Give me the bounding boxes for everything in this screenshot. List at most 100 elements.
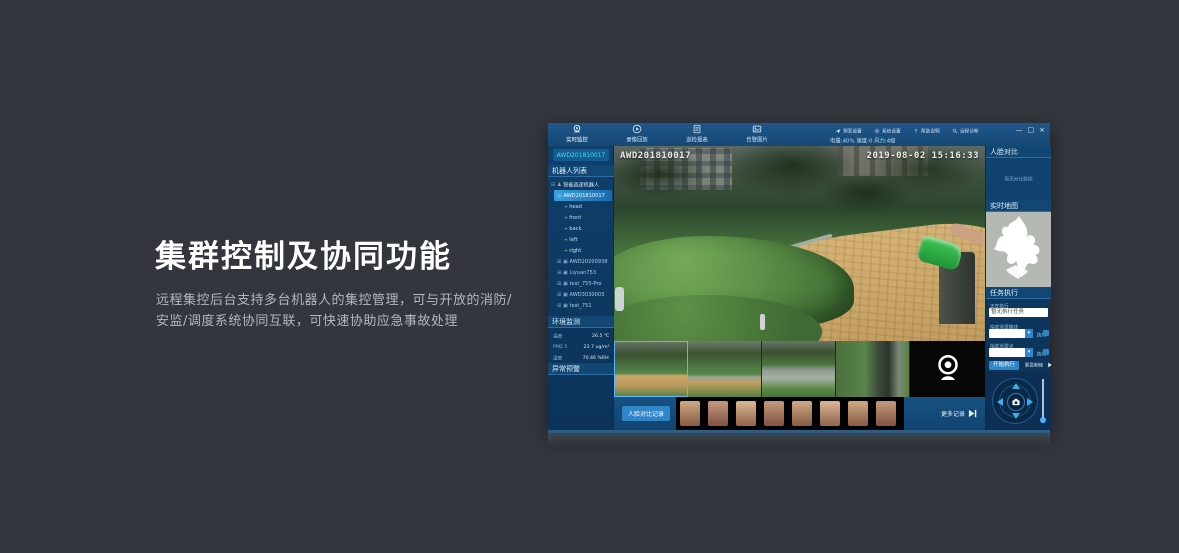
expand-icon[interactable]: ⊞ (557, 281, 561, 287)
maximize-button[interactable]: □ (1028, 126, 1035, 135)
face-thumbnail[interactable] (820, 401, 840, 426)
chevron-down-icon[interactable]: ▾ (1025, 329, 1033, 338)
system-settings-button[interactable]: 系统设置 (874, 127, 904, 135)
face-compare-empty-text: 暂无对比数据 (1004, 176, 1032, 183)
tree-robot-selected[interactable]: ▣AWD201810017 (554, 190, 612, 201)
pan-down-button[interactable] (1012, 413, 1020, 419)
question-icon: ? (913, 128, 919, 134)
quick-label: 系统设置 (882, 128, 901, 135)
realtime-map[interactable] (986, 212, 1051, 287)
tree-robot-item[interactable]: ⊞▣test_751 (548, 300, 614, 311)
tree-group-robots[interactable]: ⊟♟智能巡逻机器人 (548, 179, 614, 190)
start-task-button[interactable]: 开始执行 (989, 361, 1019, 370)
webcam-tile[interactable] (910, 341, 985, 397)
snapshot-button[interactable] (1007, 393, 1025, 411)
nav-playback[interactable]: 录像回放 (616, 124, 658, 144)
face-thumbnail[interactable] (848, 401, 868, 426)
collapse-icon[interactable]: ⊟ (551, 182, 555, 188)
tree-camera-right[interactable]: ➜right (548, 245, 614, 256)
camera-thumbnail[interactable] (688, 341, 762, 397)
expand-icon[interactable]: ⊞ (557, 292, 561, 298)
expand-icon[interactable]: ⊞ (557, 303, 561, 309)
robot-icon: ▣ (563, 259, 568, 265)
face-record-bar: 人脸对比记录 更多记录 (614, 397, 985, 430)
scene-shape (614, 341, 687, 397)
face-compare-records-button[interactable]: 人脸对比记录 (622, 406, 670, 421)
pan-left-button[interactable] (997, 398, 1003, 406)
camera-arrow-icon: ➜ (564, 226, 568, 231)
nav-live-monitor[interactable]: 实时监控 (556, 124, 598, 144)
tree-robot-item[interactable]: ⊞▣Liyuan753 (548, 267, 614, 278)
nav-label: 告警图片 (746, 135, 768, 143)
play-icon (632, 124, 642, 134)
expand-icon[interactable]: ⊞ (557, 259, 561, 265)
point-go-button[interactable] (1043, 349, 1049, 355)
camera-thumbnail[interactable] (614, 341, 688, 397)
tree-camera-head[interactable]: ➜head (548, 201, 614, 212)
close-button[interactable]: × (1039, 126, 1045, 135)
emergency-stop-button[interactable]: 紧急制动 (1023, 361, 1053, 369)
snapshot-camera-icon (1011, 397, 1021, 407)
plan-settings-button[interactable]: 预案设置 (835, 127, 865, 135)
face-thumbnail[interactable] (876, 401, 896, 426)
current-robot-chip[interactable]: AWD201810017 (553, 149, 609, 161)
point-select[interactable]: ▾ (989, 348, 1033, 357)
executing-task-field[interactable]: 暂无执行任务 (989, 308, 1048, 317)
robot-sidebar: AWD201810017 机器人列表 ⊟♟智能巡逻机器人 ▣AWD2018100… (548, 146, 614, 430)
tree-camera-left[interactable]: ➜left (548, 234, 614, 245)
more-records-button[interactable]: 更多记录 (941, 409, 977, 418)
minimize-button[interactable]: — (1016, 126, 1023, 135)
zoom-slider[interactable] (1042, 379, 1044, 423)
scene-shape (688, 341, 761, 397)
nav-inspection-report[interactable]: 巡检报表 (676, 124, 718, 144)
route-go-button[interactable] (1043, 330, 1049, 336)
robot-icon: ▣ (563, 281, 568, 287)
feature-description: 远程集控后台支持多台机器人的集控管理，可与开放的消防/ 安监/调度系统协同互联，… (156, 290, 512, 332)
task-title: 任务执行 (986, 287, 1051, 299)
nav-label: 巡检报表 (686, 135, 708, 143)
right-panel: 人脸对比 暂无对比数据 实时地图 任务执行 正在执行 暂无执行任务 指定巡逻路线… (985, 146, 1050, 430)
face-thumbnail[interactable] (708, 401, 728, 426)
main-area: AWD201810017 2019-08-02 15:16:33 人脸对比记录 (614, 146, 985, 430)
tree-camera-front[interactable]: ➜front (548, 212, 614, 223)
video-timestamp: 2019-08-02 15:16:33 (867, 151, 979, 161)
camera-thumbnail[interactable] (836, 341, 910, 397)
face-thumbnail[interactable] (680, 401, 700, 426)
route-select[interactable]: ▾ (989, 329, 1033, 338)
chevron-down-icon[interactable]: ▾ (1025, 348, 1033, 357)
help-button[interactable]: ? 帮助说明 (913, 127, 943, 135)
ptz-direction-pad[interactable] (992, 378, 1038, 424)
expand-icon[interactable]: ⊞ (557, 270, 561, 276)
face-compare-empty-box: 暂无对比数据 (986, 158, 1051, 200)
face-thumbnail[interactable] (792, 401, 812, 426)
robot-icon: ▣ (563, 303, 568, 309)
camera-thumbnail[interactable] (762, 341, 836, 397)
robot-icon: ▣ (563, 270, 568, 276)
tree-robot-item[interactable]: ⊞▣test_755-Pro (548, 278, 614, 289)
dome-camera-icon (572, 124, 582, 134)
scene-shape (762, 341, 835, 397)
map-title: 实时地图 (986, 200, 1051, 212)
feature-title: 集群控制及协同功能 (155, 231, 452, 276)
face-thumbnail[interactable] (736, 401, 756, 426)
pan-right-button[interactable] (1027, 398, 1033, 406)
window-shadow (548, 433, 1050, 447)
nav-label: 实时监控 (566, 135, 588, 143)
live-video-feed[interactable]: AWD201810017 2019-08-02 15:16:33 (614, 146, 985, 341)
robot-icon: ▣ (563, 292, 568, 298)
zoom-slider-handle[interactable] (1040, 417, 1046, 423)
diagnostics-button[interactable]: 远程诊断 (952, 127, 982, 135)
image-icon (752, 124, 762, 134)
feature-description-line2: 安监/调度系统协同互联，可快速协助应急事故处理 (156, 314, 458, 329)
robot-icon: ▣ (557, 193, 562, 199)
nav-alarm-images[interactable]: 告警图片 (736, 124, 778, 144)
user-icon: ♟ (557, 182, 562, 188)
face-thumbnail-strip (676, 397, 904, 430)
face-thumbnail[interactable] (764, 401, 784, 426)
tree-robot-item[interactable]: ⊞▣AWD3030003 (548, 289, 614, 300)
env-row-humidity: 湿度70.46 %RH (548, 352, 614, 363)
main-nav: 实时监控 录像回放 巡检报表 告警图片 (556, 124, 778, 144)
tree-robot-item[interactable]: ⊞▣AWD20200938 (548, 256, 614, 267)
pan-up-button[interactable] (1012, 383, 1020, 389)
tree-camera-back[interactable]: ➜back (548, 223, 614, 234)
